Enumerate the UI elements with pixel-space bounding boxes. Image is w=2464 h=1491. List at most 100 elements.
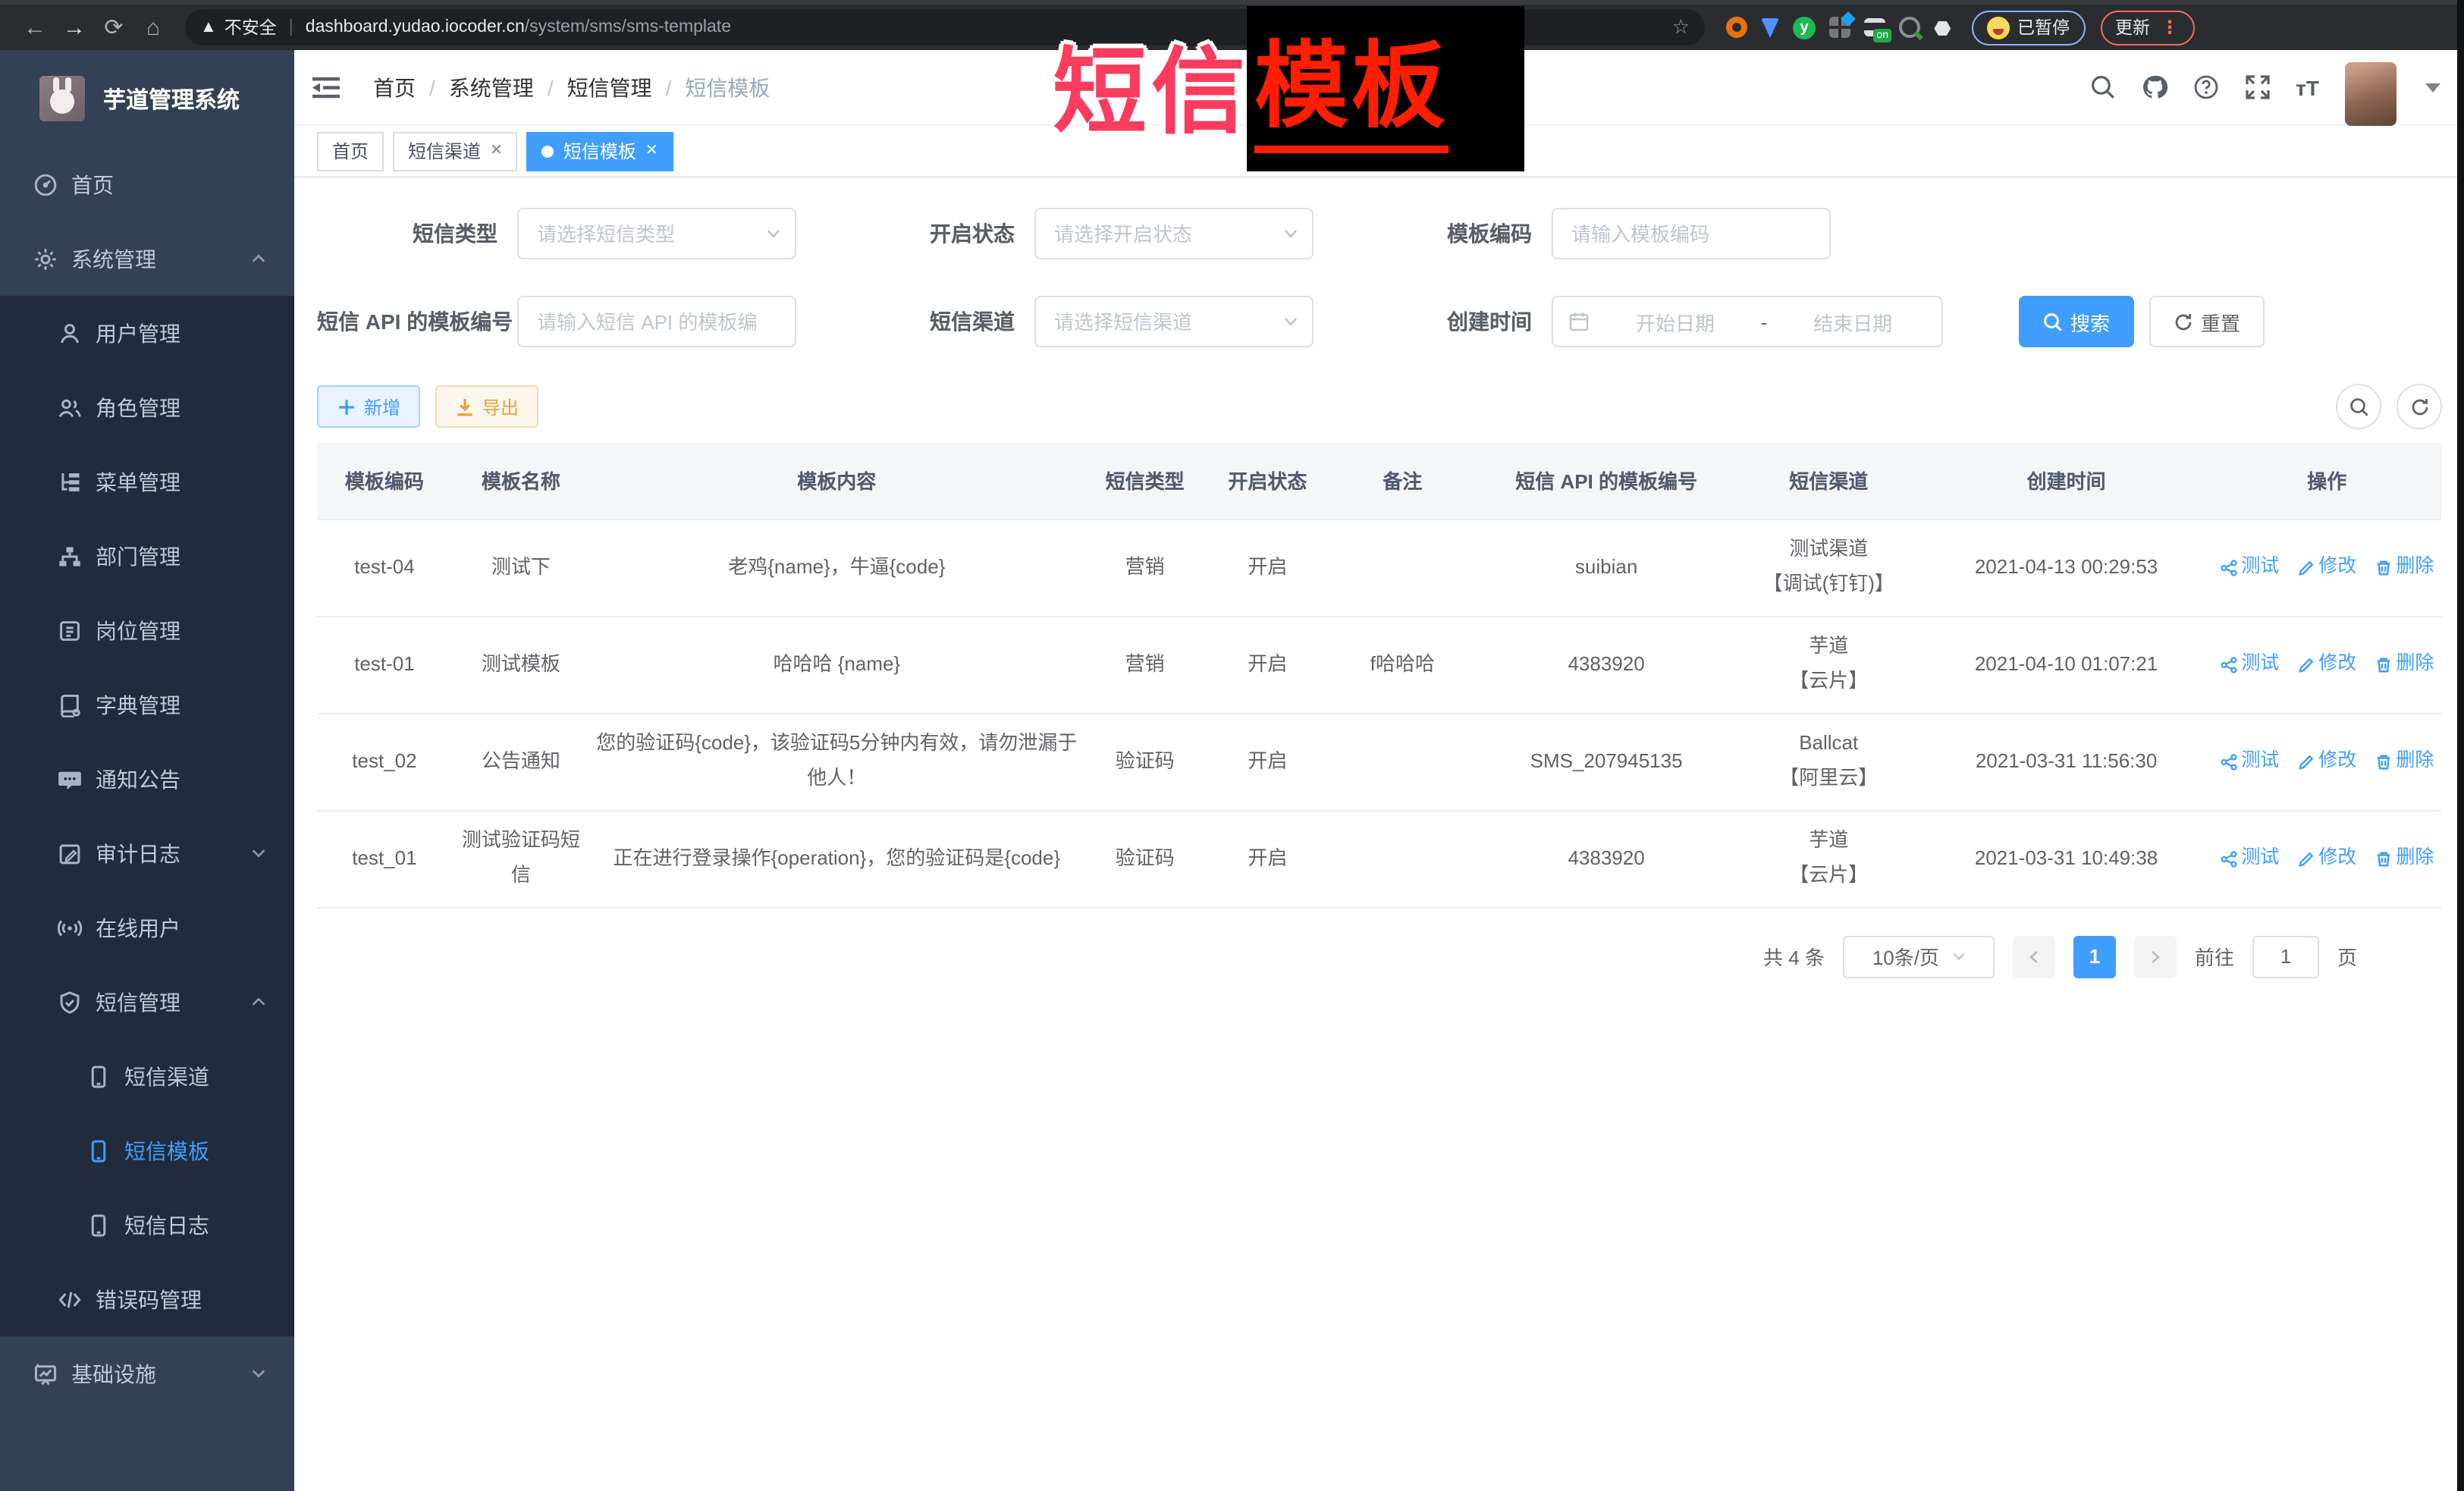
top-navbar: 首页 / 系统管理 / 短信管理 / 短信模板 тT — [294, 50, 2464, 126]
refresh-icon — [2174, 312, 2193, 331]
system-submenu: 用户管理 角色管理 菜单管理 部门管理 岗位管理 — [0, 296, 294, 1336]
sidebar-item-system[interactable]: 系统管理 — [0, 221, 294, 296]
sms-type-select[interactable] — [517, 208, 796, 259]
template-code-input[interactable] — [1552, 208, 1831, 259]
goto-page-input[interactable] — [2252, 935, 2319, 978]
share-icon — [2220, 753, 2236, 770]
delete-link[interactable]: 删除 — [2375, 842, 2434, 875]
sidebar-item-depts[interactable]: 部门管理 — [0, 519, 294, 593]
sidebar-item-audit-log[interactable]: 审计日志 — [0, 816, 294, 890]
channel-select[interactable] — [1034, 296, 1314, 347]
trash-icon — [2375, 753, 2391, 770]
end-date-placeholder: 结束日期 — [1779, 307, 1926, 336]
extensions-puzzle-icon[interactable]: ⬣ — [1934, 16, 1957, 39]
font-size-icon[interactable]: тT — [2296, 75, 2319, 99]
test-link[interactable]: 测试 — [2220, 551, 2279, 584]
show-search-button[interactable] — [2336, 384, 2381, 429]
reset-button[interactable]: 重置 — [2149, 296, 2265, 347]
chevron-down-icon — [1283, 314, 1298, 329]
forward-icon[interactable]: → — [55, 14, 94, 40]
next-page-button[interactable] — [2134, 935, 2177, 978]
browser-menu-icon[interactable]: ⋮ — [2161, 17, 2179, 38]
extension-ring-icon[interactable] — [1726, 17, 1747, 38]
delete-link[interactable]: 删除 — [2375, 648, 2434, 681]
search-icon[interactable] — [2089, 74, 2115, 100]
sidebar-item-notice[interactable]: 通知公告 — [0, 742, 294, 816]
breadcrumb-current: 短信模板 — [685, 72, 770, 102]
org-tree-icon — [58, 544, 82, 568]
sidebar-item-home[interactable]: 首页 — [0, 147, 294, 221]
address-bar[interactable]: ▲ 不安全 | dashboard.yudao.iocoder.cn/syste… — [185, 9, 1705, 46]
sidebar-item-menus[interactable]: 菜单管理 — [0, 444, 294, 519]
bookmark-star-icon[interactable]: ☆ — [1672, 15, 1690, 39]
close-icon[interactable]: ✕ — [490, 143, 503, 159]
edit-link[interactable]: 修改 — [2297, 842, 2356, 875]
sidebar-item-roles[interactable]: 角色管理 — [0, 370, 294, 444]
api-template-id-input[interactable] — [517, 296, 796, 347]
sidebar-item-sms[interactable]: 短信管理 — [0, 965, 294, 1039]
sidebar-item-error-code[interactable]: 错误码管理 — [0, 1262, 294, 1336]
extension-pin-icon[interactable] — [1761, 17, 1779, 37]
prev-page-button[interactable] — [2013, 935, 2055, 978]
app-logo-row[interactable]: 芋道管理系统 — [0, 50, 294, 147]
test-link[interactable]: 测试 — [2220, 648, 2279, 681]
add-button[interactable]: 新增 — [317, 385, 420, 428]
tab-sms-channel[interactable]: 短信渠道✕ — [393, 131, 518, 171]
reload-icon[interactable]: ⟳ — [94, 14, 133, 41]
profile-avatar — [1987, 16, 2010, 39]
page-size-select[interactable]: 10条/页 — [1843, 935, 1995, 978]
extension-magnifier-icon[interactable] — [1899, 17, 1920, 38]
extension-grid-icon[interactable] — [1829, 17, 1850, 38]
sidebar-item-sms-log[interactable]: 短信日志 — [0, 1188, 294, 1262]
pen-icon — [2297, 559, 2314, 576]
date-range-picker[interactable]: 开始日期 - 结束日期 — [1552, 296, 1943, 347]
github-icon[interactable] — [2141, 74, 2167, 100]
scrollbar-edge[interactable] — [2457, 0, 2464, 1491]
trash-icon — [2375, 850, 2391, 867]
search-button[interactable]: 搜索 — [2019, 296, 2134, 347]
chevron-left-icon — [2026, 949, 2042, 964]
extension-y-icon[interactable]: y — [1793, 16, 1816, 39]
extensions-row: y ⬣ — [1726, 16, 1957, 39]
breadcrumb-sms[interactable]: 短信管理 — [567, 72, 652, 102]
status-select[interactable] — [1034, 208, 1314, 259]
breadcrumb-system[interactable]: 系统管理 — [449, 72, 534, 102]
sidebar-item-online-users[interactable]: 在线用户 — [0, 890, 294, 965]
tab-home[interactable]: 首页 — [317, 131, 384, 171]
profile-paused-chip[interactable]: 已暂停 — [1972, 10, 2085, 45]
sidebar-item-sms-channel[interactable]: 短信渠道 — [0, 1039, 294, 1113]
sidebar-item-dict[interactable]: 字典管理 — [0, 667, 294, 742]
home-icon[interactable]: ⌂ — [133, 14, 173, 40]
refresh-table-button[interactable] — [2397, 384, 2442, 429]
delete-link[interactable]: 删除 — [2375, 551, 2434, 584]
edit-link[interactable]: 修改 — [2297, 551, 2356, 584]
delete-link[interactable]: 删除 — [2375, 745, 2434, 778]
signal-icon — [58, 915, 82, 940]
extension-adblock-on-icon[interactable] — [1864, 18, 1885, 36]
caret-down-icon[interactable] — [2425, 83, 2440, 92]
update-chip[interactable]: 更新 ⋮ — [2100, 10, 2194, 45]
user-avatar[interactable] — [2345, 61, 2397, 125]
sidebar-item-sms-template[interactable]: 短信模板 — [0, 1113, 294, 1188]
page-number-active[interactable]: 1 — [2073, 935, 2116, 978]
sidebar-item-posts[interactable]: 岗位管理 — [0, 593, 294, 667]
tab-sms-template[interactable]: 短信模板✕ — [527, 131, 673, 171]
table-header-row: 模板编码 模板名称 模板内容 短信类型 开启状态 备注 短信 API 的模板编号… — [317, 443, 2442, 519]
close-icon[interactable]: ✕ — [645, 143, 658, 159]
test-link[interactable]: 测试 — [2220, 745, 2279, 778]
help-icon[interactable] — [2192, 74, 2218, 100]
collapse-sidebar-icon[interactable] — [312, 75, 340, 99]
app-logo — [39, 76, 85, 121]
back-icon[interactable]: ← — [15, 14, 55, 40]
sidebar-item-users[interactable]: 用户管理 — [0, 296, 294, 370]
fullscreen-icon[interactable] — [2244, 74, 2270, 100]
sidebar-item-infra[interactable]: 基础设施 — [0, 1336, 294, 1411]
goto-label: 前往 — [2195, 942, 2234, 971]
export-button[interactable]: 导出 — [435, 385, 538, 428]
edit-link[interactable]: 修改 — [2297, 745, 2356, 778]
breadcrumb-home[interactable]: 首页 — [373, 72, 416, 102]
dashboard-icon — [33, 172, 58, 196]
table-row: test_02 公告通知 您的验证码{code}，该验证码5分钟内有效，请勿泄漏… — [317, 713, 2442, 810]
edit-link[interactable]: 修改 — [2297, 648, 2356, 681]
test-link[interactable]: 测试 — [2220, 842, 2279, 875]
